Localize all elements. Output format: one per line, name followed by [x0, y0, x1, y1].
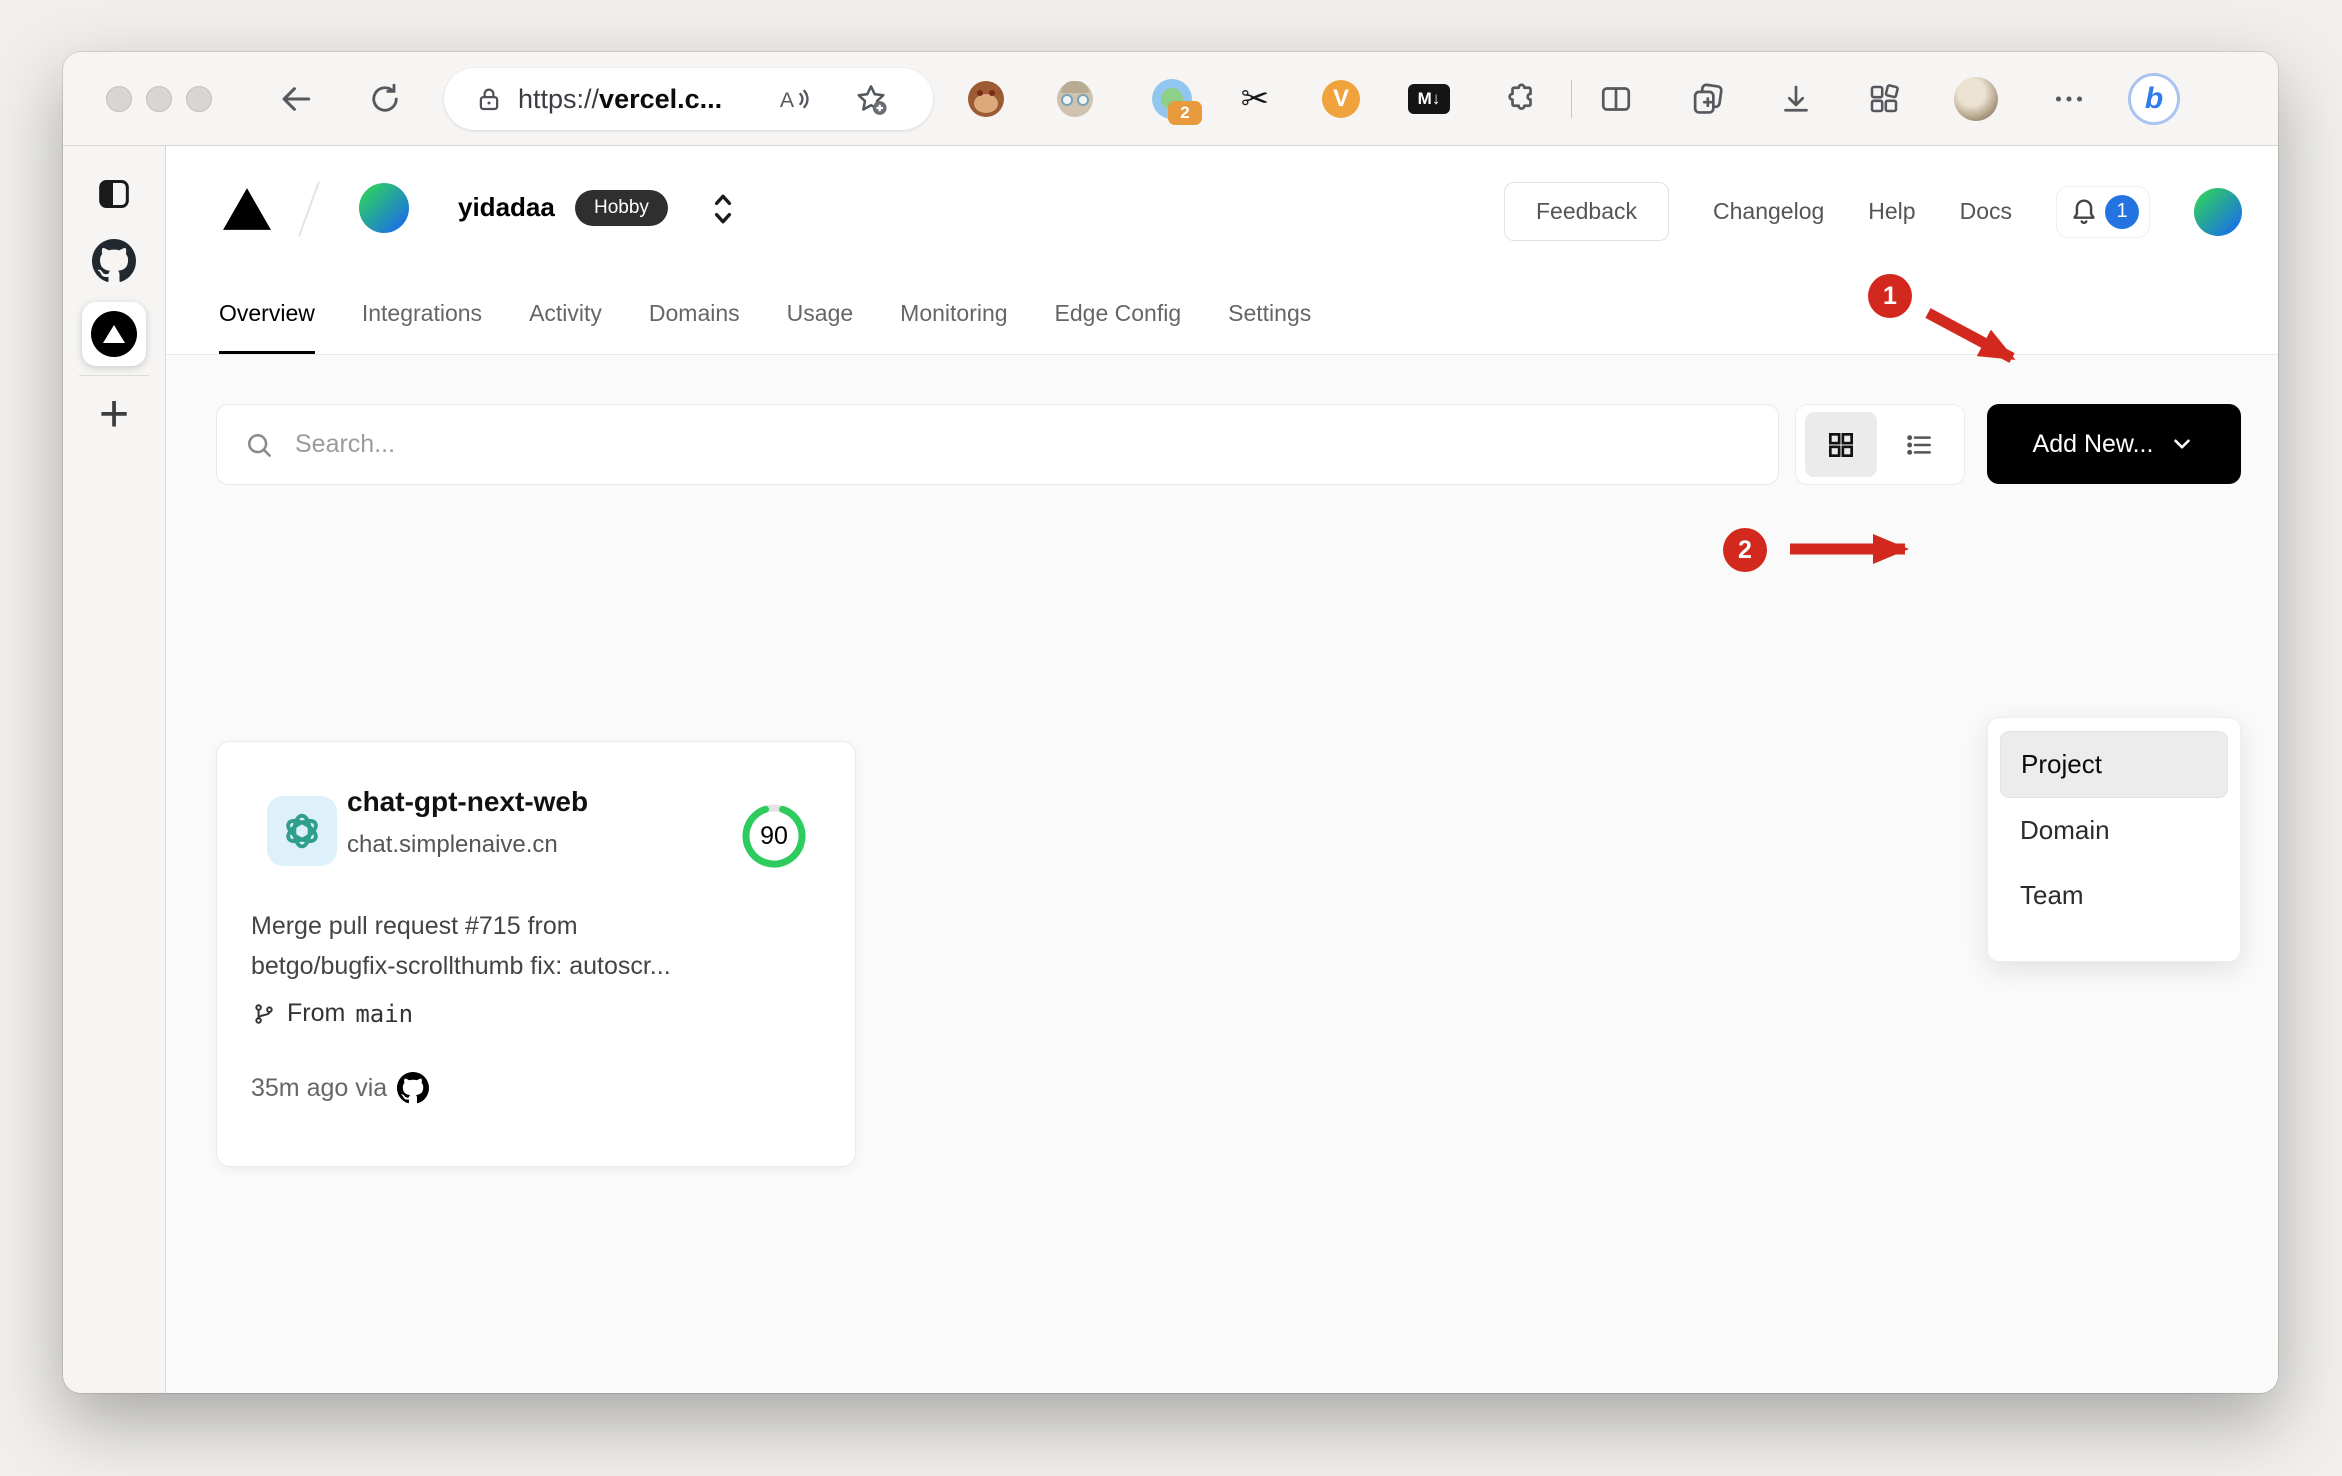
list-view-icon: [1907, 434, 1931, 455]
refresh-icon[interactable]: [364, 52, 406, 145]
profile-avatar[interactable]: [1953, 52, 1999, 145]
project-domain[interactable]: chat.simplenaive.cn: [347, 831, 558, 859]
search-bar[interactable]: [216, 404, 1779, 485]
help-link[interactable]: Help: [1868, 198, 1915, 225]
extension-v-icon[interactable]: V: [1321, 52, 1361, 145]
github-icon: [397, 1072, 430, 1104]
address-bar[interactable]: https://vercel.c... A: [444, 68, 933, 130]
user-avatar[interactable]: [2194, 187, 2242, 236]
team-switcher-icon[interactable]: [706, 187, 740, 236]
commit-message: Merge pull request #715 from betgo/bugfi…: [251, 912, 671, 980]
tab-monitoring[interactable]: Monitoring: [900, 300, 1007, 354]
svg-text:A: A: [780, 88, 795, 112]
annotation-step-2-badge: 2: [1723, 528, 1767, 572]
add-new-button[interactable]: Add New...: [1987, 404, 2241, 484]
branch-row: From main: [251, 999, 413, 1028]
git-branch-icon: [255, 1003, 273, 1024]
deployment-time-row: 35m ago via: [251, 1072, 430, 1104]
sidebar-panel-toggle-icon[interactable]: [63, 174, 165, 214]
apps-grid-icon[interactable]: [1863, 52, 1905, 145]
extension-scissors-icon[interactable]: ✂: [1235, 52, 1275, 145]
back-icon[interactable]: [275, 52, 317, 145]
search-icon: [243, 429, 275, 461]
read-aloud-icon[interactable]: A: [777, 82, 811, 116]
vercel-sidebar-item[interactable]: [82, 302, 146, 366]
bing-chat-icon[interactable]: b: [2126, 52, 2182, 145]
traffic-light-minimize[interactable]: [146, 86, 172, 112]
tab-usage[interactable]: Usage: [787, 300, 853, 354]
branch-name: main: [355, 999, 414, 1028]
github-sidebar-icon[interactable]: [63, 239, 165, 283]
dropdown-item-domain[interactable]: Domain: [2000, 798, 2228, 863]
vercel-logo-icon: [91, 311, 137, 357]
sidebar-divider: [79, 375, 149, 376]
notification-count-badge: 1: [2105, 194, 2139, 229]
tab-integrations[interactable]: Integrations: [362, 300, 482, 354]
traffic-light-close[interactable]: [106, 86, 132, 112]
vercel-header: yidadaa Hobby Feedback Changelog Help Do…: [166, 146, 2278, 355]
extension-circles-icon[interactable]: 2: [1152, 52, 1202, 145]
split-screen-icon[interactable]: [1595, 52, 1637, 145]
tab-domains[interactable]: Domains: [649, 300, 740, 354]
notifications-button[interactable]: 1: [2056, 185, 2150, 238]
page-content: yidadaa Hobby Feedback Changelog Help Do…: [166, 146, 2278, 1393]
add-new-dropdown: Project Domain Team: [1987, 717, 2241, 962]
tab-overview[interactable]: Overview: [219, 300, 315, 354]
chevron-down-icon: [2174, 439, 2191, 449]
bell-icon: [2073, 198, 2095, 224]
docs-link[interactable]: Docs: [1960, 198, 2012, 225]
annotation-step-1-badge: 1: [1868, 274, 1912, 318]
vercel-triangle-logo[interactable]: [222, 186, 272, 232]
download-icon[interactable]: [1775, 52, 1817, 145]
extension-badge-count: 2: [1168, 100, 1202, 125]
tab-edge-config[interactable]: Edge Config: [1055, 300, 1182, 354]
extension-markdown-icon[interactable]: M↓: [1408, 52, 1450, 145]
score-value: 90: [760, 821, 788, 850]
view-toggle: [1795, 404, 1965, 485]
feedback-button[interactable]: Feedback: [1504, 182, 1670, 241]
edge-sidebar: +: [63, 146, 166, 1393]
sidebar-add-icon[interactable]: +: [63, 384, 165, 444]
more-menu-icon[interactable]: [2048, 52, 2090, 145]
dropdown-item-team[interactable]: Team: [2000, 863, 2228, 928]
project-card[interactable]: chat-gpt-next-web chat.simplenaive.cn 90…: [216, 741, 856, 1167]
favorite-star-icon[interactable]: [853, 81, 889, 117]
grid-view-button[interactable]: [1805, 412, 1877, 477]
tab-settings[interactable]: Settings: [1228, 300, 1311, 354]
extension-avatar-icon[interactable]: [1057, 52, 1093, 145]
changelog-link[interactable]: Changelog: [1713, 198, 1824, 225]
tab-activity[interactable]: Activity: [529, 300, 602, 354]
score-ring[interactable]: 90: [738, 800, 810, 872]
collections-add-icon[interactable]: [1686, 52, 1728, 145]
team-name[interactable]: yidadaa: [458, 192, 555, 223]
browser-toolbar: https://vercel.c... A 2 ✂ V M↓ b: [63, 52, 2278, 146]
nav-tabs: Overview Integrations Activity Domains U…: [219, 300, 1311, 354]
browser-window: https://vercel.c... A 2 ✂ V M↓ b + yidad…: [63, 52, 2278, 1393]
extension-monkey-icon[interactable]: [968, 52, 1004, 145]
extensions-puzzle-icon[interactable]: [1500, 52, 1540, 145]
project-openai-icon: [267, 796, 337, 866]
lock-icon[interactable]: [474, 84, 504, 114]
dropdown-item-project[interactable]: Project: [2000, 731, 2228, 798]
project-name[interactable]: chat-gpt-next-web: [347, 786, 588, 818]
team-avatar[interactable]: [359, 183, 409, 233]
url-text: https://vercel.c...: [518, 83, 723, 114]
list-view-button[interactable]: [1883, 412, 1955, 477]
grid-view-icon: [1829, 432, 1853, 457]
plan-badge: Hobby: [575, 190, 668, 226]
projects-section: Add New... Project Domain Team: [166, 355, 2278, 1393]
traffic-light-zoom[interactable]: [186, 86, 212, 112]
search-input[interactable]: [293, 429, 1778, 460]
breadcrumb-slash: [298, 181, 320, 237]
toolbar-divider: [1571, 80, 1572, 118]
